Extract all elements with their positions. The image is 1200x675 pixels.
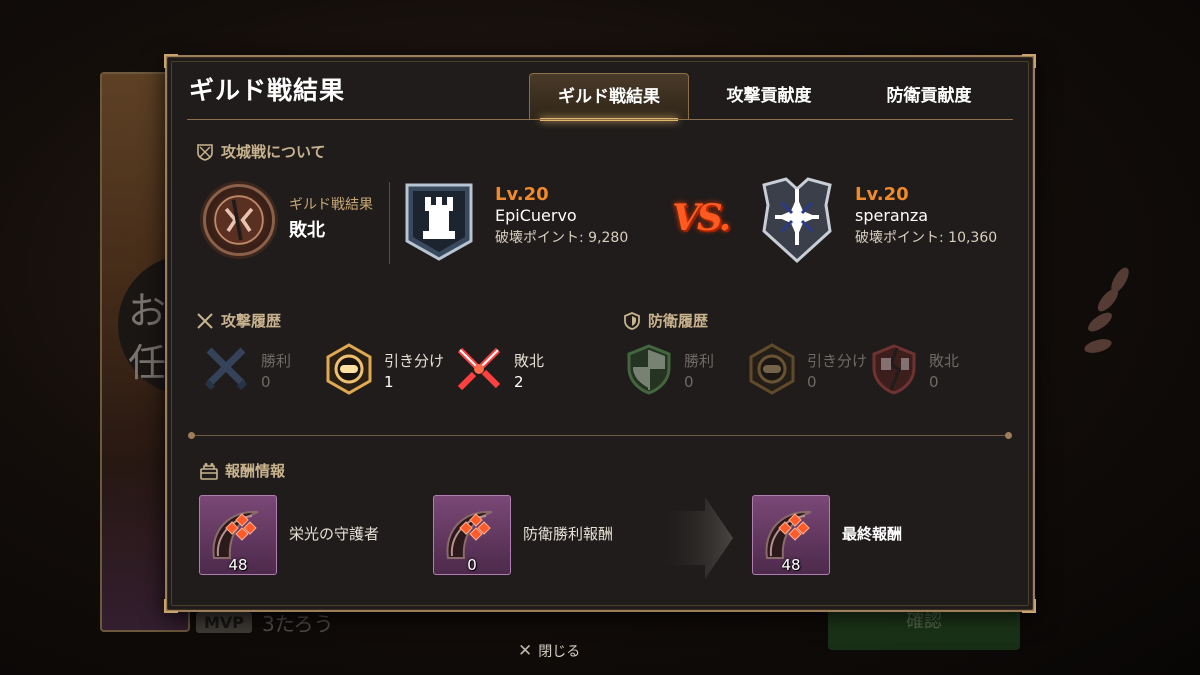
reward-count: 48 xyxy=(781,556,801,574)
siege-heading-label: 攻城戦について xyxy=(221,143,326,161)
tab-attack-contribution[interactable]: 攻撃貢献度 xyxy=(689,73,849,119)
enemy-guild-level: Lv.20 xyxy=(855,184,909,205)
defense-history-heading: 防衛履歴 xyxy=(622,310,708,331)
attack-draw-count: 1 xyxy=(384,373,394,391)
corner-ornament xyxy=(164,599,178,613)
shield-icon xyxy=(624,311,640,330)
corner-ornament xyxy=(164,54,178,68)
arrow-right-icon xyxy=(655,497,733,579)
war-result: ギルド戦結果 敗北 xyxy=(289,194,373,242)
broken-swords-icon xyxy=(457,347,501,391)
ally-guild-name: EpiCuervo xyxy=(495,206,577,225)
tab-underline xyxy=(187,119,1013,120)
reward-count: 0 xyxy=(467,556,477,574)
rewards-heading-label: 報酬情報 xyxy=(225,462,286,480)
reward-item-glory-guardian[interactable]: 48 xyxy=(199,495,277,575)
enemy-guild-info: Lv.20 speranza 破壊ポイント: 10,360 xyxy=(855,184,997,247)
defense-draw-stat: 引き分け 0 xyxy=(745,342,867,396)
attack-draw-label: 引き分け xyxy=(384,352,445,370)
laurel-icon xyxy=(1084,267,1129,353)
draw-badge-icon xyxy=(326,343,372,395)
treasure-icon xyxy=(200,462,218,480)
separator xyxy=(389,182,390,264)
corner-ornament xyxy=(1022,54,1036,68)
enemy-guild-name: speranza xyxy=(855,206,929,225)
mvp-name: 3たろう xyxy=(262,612,334,636)
mvp-badge: MVP xyxy=(196,612,253,633)
defense-win-count: 0 xyxy=(684,373,694,391)
siege-icon xyxy=(197,143,213,161)
attack-loss-stat: 敗北 2 xyxy=(452,342,544,396)
siege-heading: 攻城戦について xyxy=(195,141,326,162)
attack-history-label: 攻撃履歴 xyxy=(221,312,282,330)
reward-label-glory-guardian: 栄光の守護者 xyxy=(289,525,380,543)
defense-loss-label: 敗北 xyxy=(929,352,960,370)
tab-bar: ギルド戦結果 攻撃貢献度 防衛貢献度 xyxy=(529,73,1009,121)
tab-defense-contribution[interactable]: 防衛貢献度 xyxy=(849,73,1009,119)
broken-shield-icon xyxy=(872,344,916,395)
enemy-destruction-points: 破壊ポイント: 10,360 xyxy=(855,230,998,246)
reward-item-final[interactable]: 48 xyxy=(752,495,830,575)
reward-count: 48 xyxy=(228,556,248,574)
background-char-line1: お xyxy=(128,289,167,333)
close-button[interactable]: ✕ 閉じる xyxy=(518,641,580,661)
attack-win-stat: 勝利 0 xyxy=(199,342,291,396)
reward-label-final: 最終報酬 xyxy=(842,525,903,543)
attack-draw-stat: 引き分け 1 xyxy=(322,342,444,396)
defense-win-stat: 勝利 0 xyxy=(622,342,714,396)
defense-win-label: 勝利 xyxy=(684,352,715,370)
guild-war-result-dialog: ギルド戦結果 ギルド戦結果 攻撃貢献度 防衛貢献度 攻城戦について ギルド戦結果… xyxy=(164,54,1036,613)
snowflake-guild-emblem-icon xyxy=(762,177,832,264)
attack-win-count: 0 xyxy=(261,373,271,391)
close-icon: ✕ xyxy=(518,641,533,661)
attack-loss-label: 敗北 xyxy=(514,352,545,370)
war-result-label: ギルド戦結果 xyxy=(289,197,373,213)
close-label: 閉じる xyxy=(538,644,581,660)
versus-mark: VS. xyxy=(672,197,731,239)
defense-draw-label: 引き分け xyxy=(807,352,868,370)
shield-win-icon xyxy=(627,344,671,395)
corner-ornament xyxy=(1022,599,1036,613)
attack-loss-count: 2 xyxy=(514,373,524,391)
attack-win-label: 勝利 xyxy=(261,352,292,370)
swords-win-icon xyxy=(204,347,248,391)
defense-history-label: 防衛履歴 xyxy=(648,312,709,330)
defense-loss-stat: 敗北 0 xyxy=(867,342,959,396)
dialog-title: ギルド戦結果 xyxy=(189,76,346,105)
background-mvp: MVP 3たろう xyxy=(196,608,334,637)
attack-history-heading: 攻撃履歴 xyxy=(195,310,281,331)
rewards-heading: 報酬情報 xyxy=(199,460,285,481)
war-result-value: 敗北 xyxy=(289,220,325,241)
reward-item-defense-victory[interactable]: 0 xyxy=(433,495,511,575)
ally-destruction-points: 破壊ポイント: 9,280 xyxy=(495,230,629,246)
crossed-swords-icon xyxy=(197,312,213,329)
ally-guild-info: Lv.20 EpiCuervo 破壊ポイント: 9,280 xyxy=(495,184,628,247)
background-char-line2: 任 xyxy=(128,341,167,385)
draw-badge-icon xyxy=(749,343,795,395)
background-text: お 任 xyxy=(128,285,166,389)
reward-label-defense-victory: 防衛勝利報酬 xyxy=(523,525,614,543)
ally-guild-level: Lv.20 xyxy=(495,184,549,205)
section-divider xyxy=(188,432,1012,439)
tab-guild-war-result[interactable]: ギルド戦結果 xyxy=(529,73,689,121)
defense-loss-count: 0 xyxy=(929,373,939,391)
defeat-emblem-icon xyxy=(203,184,275,256)
rook-guild-emblem-icon xyxy=(405,183,473,261)
defense-draw-count: 0 xyxy=(807,373,817,391)
